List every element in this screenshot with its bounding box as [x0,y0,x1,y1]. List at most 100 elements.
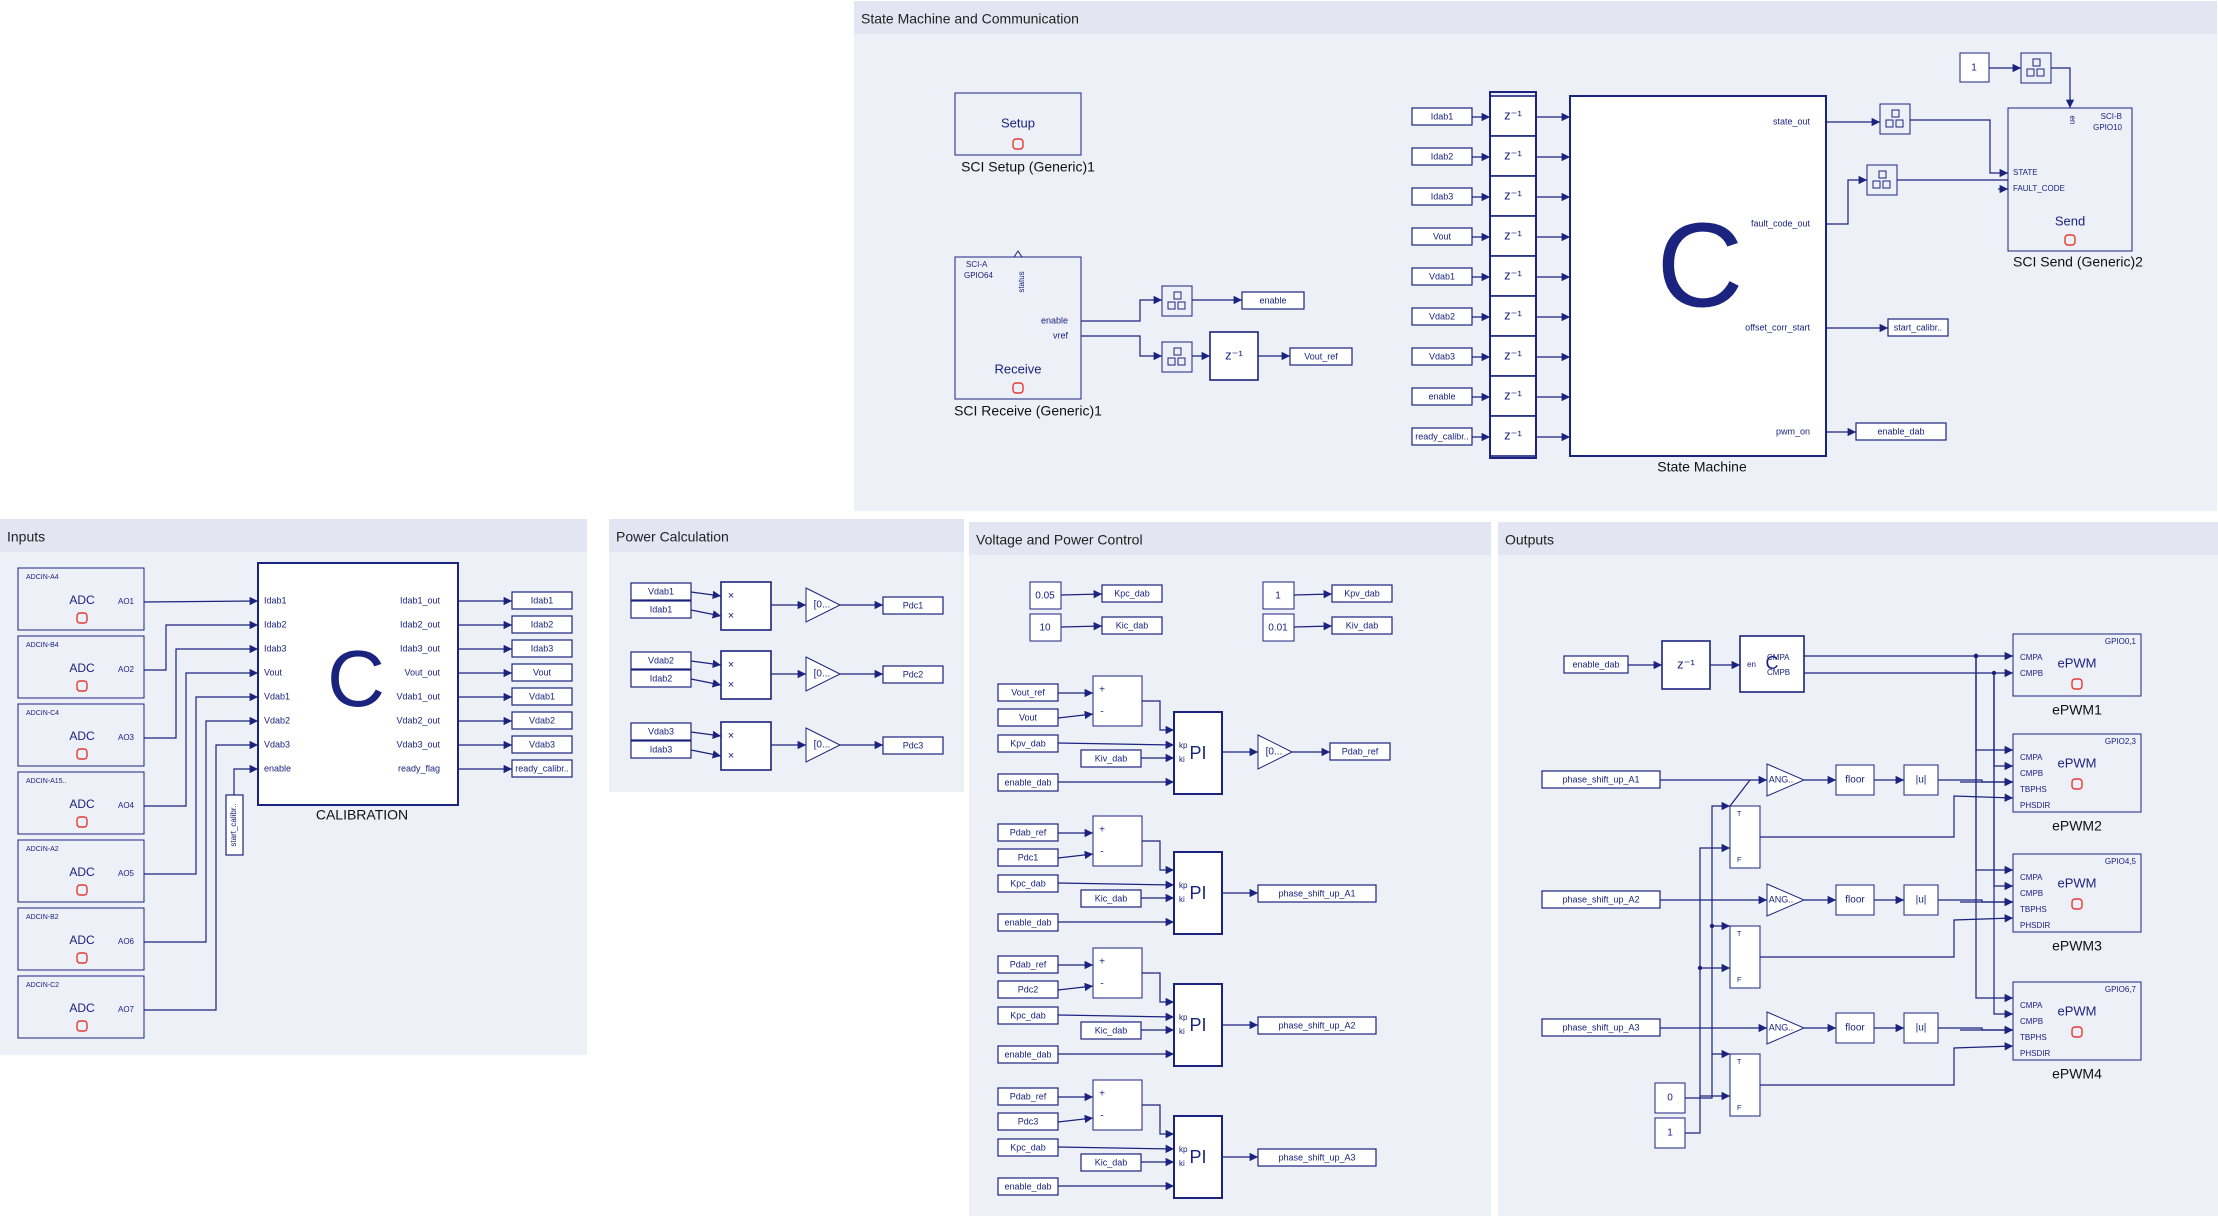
sum-block[interactable] [1092,1079,1143,1131]
gain-label: [0... [814,740,831,751]
sci-send-caption: SCI Send (Generic)2 [2013,254,2143,270]
signal-tag-label: enable_dab [1004,917,1051,927]
port-label: CMPB [2020,889,2043,898]
signal-tag-label: Vdab2 [1429,311,1455,321]
bus-block[interactable] [1879,103,1911,135]
switch-block[interactable] [1729,925,1761,989]
epwm-label: ePWM [2058,875,2097,890]
junction-dot [1973,653,1979,659]
abs-label: |u| [1916,775,1927,786]
port-label: ki [1179,895,1185,904]
sci-send-header: GPIO10 [2093,123,2122,132]
port-label: vref [1053,330,1069,340]
adc-channel: ADCIN-A4 [26,574,59,581]
switch-block[interactable] [1729,805,1761,869]
switch-label: F [1737,977,1741,984]
signal-tag-label: Kic_dab [1116,620,1149,630]
signal-tag-label: Idab2 [650,673,673,683]
c-script-symbol: C [1657,199,1744,333]
c-script-symbol: C [1766,653,1779,673]
cal-port-label: Idab2 [264,619,287,629]
port-label: ki [1179,755,1185,764]
signal-tag-label: Idab1 [531,595,554,605]
cal-port-label: Idab1_out [400,595,441,605]
sum-sign: - [1100,1111,1103,1122]
sci-receive-status: status [1017,271,1026,292]
abs-label: |u| [1916,895,1927,906]
bus-block[interactable] [1161,285,1193,317]
pi-label: PI [1189,1147,1206,1167]
junction-dot [1697,965,1703,971]
adc-channel: ADCIN-B4 [26,642,59,649]
switch-label: F [1737,857,1741,864]
junction-dot [1991,670,1997,676]
signal-tag-label: Vdab1 [529,691,555,701]
epwm-caption: ePWM2 [2052,818,2102,834]
area-header [1498,522,2218,555]
sci-send-label: Send [2055,213,2085,228]
bus-block[interactable] [1866,164,1898,196]
adc-label: ADC [69,729,95,743]
port-label: CMPB [2020,1017,2043,1026]
bus-block[interactable] [2020,52,2052,84]
adc-channel: ADCIN-A2 [26,846,59,853]
signal-tag-label: Vout_ref [1011,687,1045,697]
epwm-gpio: GPIO2,3 [2105,737,2137,746]
adc-out-label: AO7 [118,1005,135,1014]
area-title: State Machine and Communication [861,11,1079,27]
signal-tag-label: ready_calibr.. [1415,431,1469,441]
adc-out-label: AO5 [118,869,135,878]
port-label: kp [1179,741,1188,750]
signal-tag-label: Idab2 [531,619,554,629]
signal-tag-label: enable [1259,295,1286,305]
sum-block[interactable] [1092,947,1143,999]
cal-port-label: Vdab1 [264,691,290,701]
sum-block[interactable] [1092,675,1143,727]
signal-tag-label: Vdab2 [529,715,555,725]
sum-block[interactable] [1092,815,1143,867]
port-label: PHSDIR [2020,921,2050,930]
delay-label: z⁻¹ [1504,347,1522,362]
mul-sign: × [728,590,734,602]
pi-label: PI [1189,883,1206,903]
signal-tag-label: Pdc2 [1018,984,1039,994]
signal-tag-label: Kpv_dab [1344,588,1380,598]
epwm-label: ePWM [2058,1003,2097,1018]
sum-sign: + [1099,685,1105,696]
signal-tag-label: Vdab1 [648,586,674,596]
signal-tag-label: enable_dab [1877,426,1924,436]
adc-label: ADC [69,593,95,607]
bus-block[interactable] [1161,341,1193,373]
cal-port-label: Idab2_out [400,619,441,629]
signal-tag-label: Vdab3 [648,726,674,736]
signal-tag-label: enable_dab [1004,1049,1051,1059]
port-label: en [1747,660,1756,669]
delay-label: z⁻¹ [1504,187,1522,202]
signal-tag-label: Idab3 [650,744,673,754]
port-label: ki [1179,1159,1185,1168]
adc-label: ADC [69,933,95,947]
port-label: enable [1041,315,1068,325]
cal-port-label: Idab3 [264,643,287,653]
gain-label: [0... [1266,747,1283,758]
sci-receive-label: Receive [995,361,1042,376]
signal-tag-label: enable_dab [1004,777,1051,787]
floor-label: floor [1845,1023,1865,1034]
switch-block[interactable] [1729,1053,1761,1117]
sm-port-label: pwm_on [1776,426,1810,436]
sum-sign: - [1100,979,1103,990]
const-value: 1 [1667,1128,1673,1139]
sci-receive-header: GPIO64 [964,271,993,280]
port-label: CMPA [2020,753,2043,762]
sum-sign: - [1100,847,1103,858]
port-label: kp [1179,1145,1188,1154]
adc-out-label: AO2 [118,665,135,674]
signal-tag-label: Kic_dab [1095,893,1128,903]
cal-port-label: Vdab3 [264,739,290,749]
signal-tag-label: phase_shift_up_A1 [1278,888,1355,898]
cal-port-label: Idab1 [264,595,287,605]
signal-tag-label: phase_shift_up_A2 [1278,1020,1355,1030]
signal-tag-label: Pdc1 [903,600,924,610]
port-label: ki [1179,1027,1185,1036]
delay-label: z⁻¹ [1225,347,1243,362]
